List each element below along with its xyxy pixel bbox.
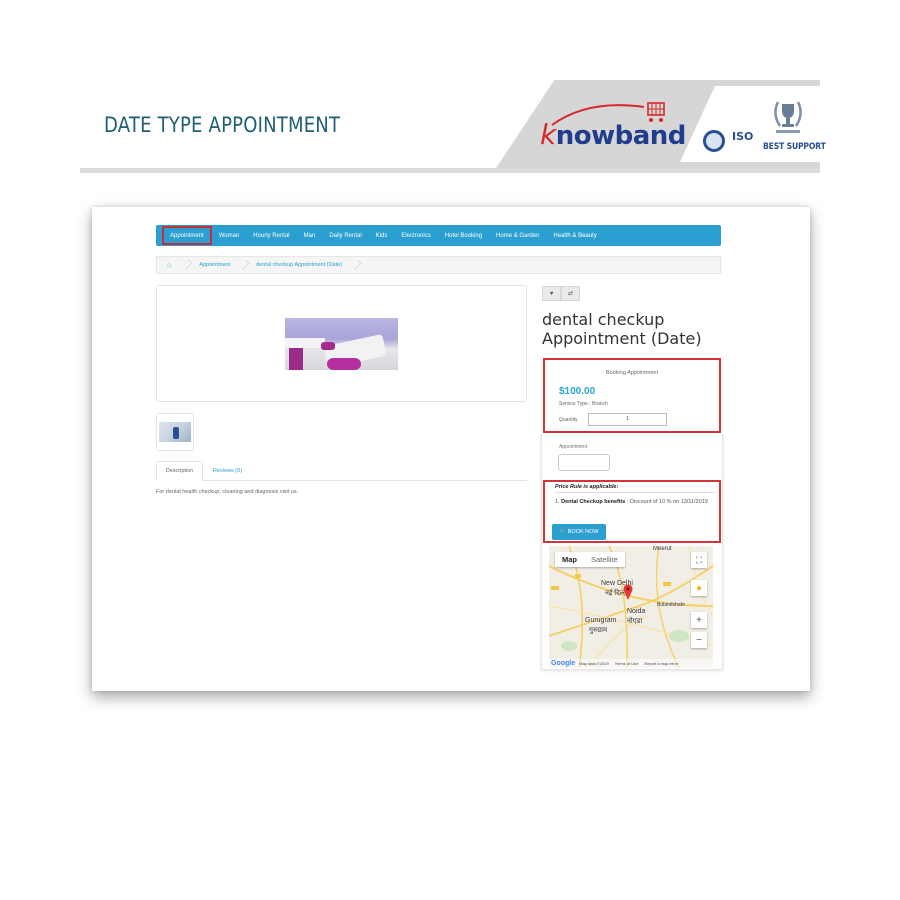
location-map[interactable]: Map Satellite ⛶ ● + − Meerut New Delhi न…	[549, 546, 713, 668]
nav-item-hourly-rental[interactable]: Hourly Rental	[246, 225, 296, 246]
appointment-date-input[interactable]	[558, 454, 610, 471]
nav-item-health-beauty[interactable]: Health & Beauty	[546, 225, 603, 246]
report-map-error-link[interactable]: Report a map error	[644, 661, 678, 666]
fullscreen-icon[interactable]: ⛶	[691, 552, 707, 568]
breadcrumb-appointment[interactable]: Appointment	[199, 262, 230, 268]
appointment-label: Appointment	[559, 444, 588, 450]
nav-item-home-garden[interactable]: Home & Garden	[489, 225, 546, 246]
map-label-bulandshahr: Bulandshahr	[657, 602, 686, 608]
heart-icon[interactable]: ♥	[542, 286, 561, 301]
booking-box: Booking Appointment $100.00 Service Type…	[543, 358, 721, 433]
nav-item-kids[interactable]: Kids	[369, 225, 395, 246]
terms-link[interactable]: Terms of Use	[615, 661, 639, 666]
map-footer: Google Map data ©2019 Terms of Use Repor…	[549, 659, 713, 668]
map-type-control: Map Satellite	[555, 552, 625, 567]
product-tabs: Description Reviews (0)	[156, 461, 527, 481]
knowband-logo: knowband	[540, 118, 686, 151]
product-actions: ♥ ⇄	[542, 286, 580, 301]
book-now-button[interactable]: 🛒 BOOK NOW	[552, 524, 606, 540]
best-support-badge: BEST SUPPORT	[763, 142, 826, 152]
map-label-gurugram-hindi: गुरुग्राम	[589, 627, 608, 634]
map-label-meerut: Meerut	[653, 546, 672, 552]
product-title: dental checkup Appointment (Date)	[542, 310, 702, 348]
iso-badge: ISO	[732, 130, 754, 143]
price-rule-title: Price Rule is applicable:	[555, 484, 619, 490]
map-type-satellite[interactable]: Satellite	[584, 552, 625, 567]
banner-title: DATE TYPE APPOINTMENT	[104, 113, 341, 137]
trophy-icon	[774, 101, 802, 133]
zoom-out-icon[interactable]: −	[691, 632, 707, 648]
cart-icon: 🛒	[559, 529, 568, 535]
map-type-map[interactable]: Map	[555, 552, 584, 567]
breadcrumb-separator	[350, 259, 362, 271]
product-thumbnail[interactable]	[159, 422, 191, 442]
quantity-label: Quantity	[559, 417, 578, 423]
main-nav: Appointment Woman Hourly Rental Man Dail…	[156, 225, 721, 246]
price: $100.00	[559, 386, 596, 397]
map-label-noida: Noida	[627, 608, 646, 615]
price-rule-name: Dental Checkup benefits	[561, 499, 626, 505]
breadcrumb-separator	[239, 259, 250, 271]
price-rule-box: Price Rule is applicable: 1. Dental Chec…	[543, 480, 721, 543]
map-label-noida-hindi: नोएडा	[627, 618, 643, 625]
nav-item-hotel-booking[interactable]: Hotel Booking	[438, 225, 489, 246]
product-main-image[interactable]	[285, 318, 398, 370]
compare-icon[interactable]: ⇄	[561, 286, 580, 301]
banner-divider	[80, 168, 820, 173]
booking-title: Booking Appointment	[606, 370, 658, 376]
nav-item-electronics[interactable]: Electronics	[394, 225, 437, 246]
home-icon[interactable]: ⌂	[167, 262, 171, 269]
product-description: For dental health checkup, cleaning and …	[156, 489, 299, 495]
google-logo: Google	[551, 660, 576, 667]
zoom-in-icon[interactable]: +	[691, 612, 707, 628]
nav-item-woman[interactable]: Woman	[212, 225, 247, 246]
pegman-icon[interactable]: ●	[691, 580, 707, 596]
tab-reviews[interactable]: Reviews (0)	[205, 461, 250, 481]
breadcrumb: ⌂ Appointment dental checkup Appointment…	[156, 256, 721, 274]
certification-badge-icon	[703, 130, 725, 152]
map-label-gurugram: Gurugram	[585, 617, 617, 624]
nav-item-daily-rental[interactable]: Daily Rental	[322, 225, 368, 246]
divider	[555, 492, 715, 493]
breadcrumb-current[interactable]: dental checkup Appointment (Date)	[256, 262, 342, 268]
quantity-input[interactable]: 1	[588, 413, 667, 426]
nav-item-man[interactable]: Man	[297, 225, 323, 246]
service-type: Service Type : Branch	[559, 401, 608, 407]
price-rule-text: 1. Dental Checkup benefits : Discount of…	[555, 499, 708, 505]
tab-description[interactable]: Description	[156, 461, 203, 481]
nav-item-appointment[interactable]: Appointment	[162, 226, 212, 245]
breadcrumb-separator	[182, 259, 193, 271]
map-marker-icon[interactable]	[623, 584, 633, 600]
